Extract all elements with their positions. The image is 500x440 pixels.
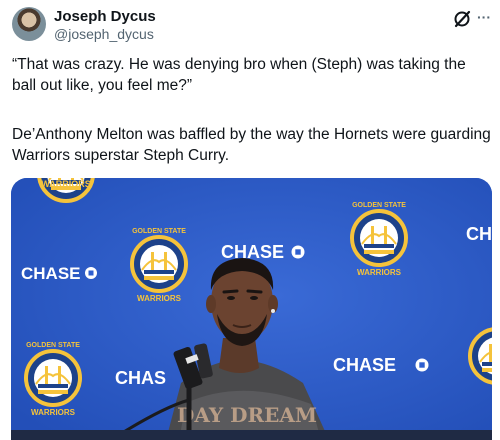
logo-text-golden-state-right: GOLDEN STATE — [352, 202, 406, 209]
tweet-media-image[interactable]: WARRIORS GOLDEN STATE WARRIORS GOLDEN ST… — [11, 178, 492, 440]
shirt-print-text: DAY DREAM — [177, 403, 317, 427]
press-conference-photo: WARRIORS GOLDEN STATE WARRIORS GOLDEN ST… — [11, 178, 492, 440]
tweet-text-paragraph-1: “That was crazy. He was denying bro when… — [12, 56, 466, 94]
svg-text:CHASE: CHASE — [221, 242, 284, 262]
tweet-text-paragraph-2: De’Anthony Melton was baffled by the way… — [12, 126, 491, 164]
logo-text-golden-state-bl: GOLDEN STATE — [26, 342, 80, 349]
logo-text-golden-state: GOLDEN STATE — [132, 228, 186, 235]
svg-text:CHASE: CHASE — [21, 264, 81, 283]
table-edge — [11, 430, 492, 440]
logo-text-warriors-top: WARRIORS — [41, 179, 91, 189]
author-avatar[interactable] — [12, 7, 46, 41]
chase-logo-partial-right: CH — [466, 224, 492, 244]
logo-text-warriors: WARRIORS — [137, 294, 182, 303]
grok-slash-icon[interactable] — [452, 9, 472, 29]
logo-text-warriors-right: WARRIORS — [357, 268, 402, 277]
chase-logo-partial: CHAS — [115, 368, 166, 388]
author-handle[interactable]: @joseph_dycus — [54, 26, 154, 43]
svg-text:CHASE: CHASE — [333, 355, 396, 375]
more-options-icon[interactable]: ··· — [474, 8, 494, 28]
logo-text-warriors-bl: WARRIORS — [31, 408, 76, 417]
author-name[interactable]: Joseph Dycus — [54, 8, 156, 26]
